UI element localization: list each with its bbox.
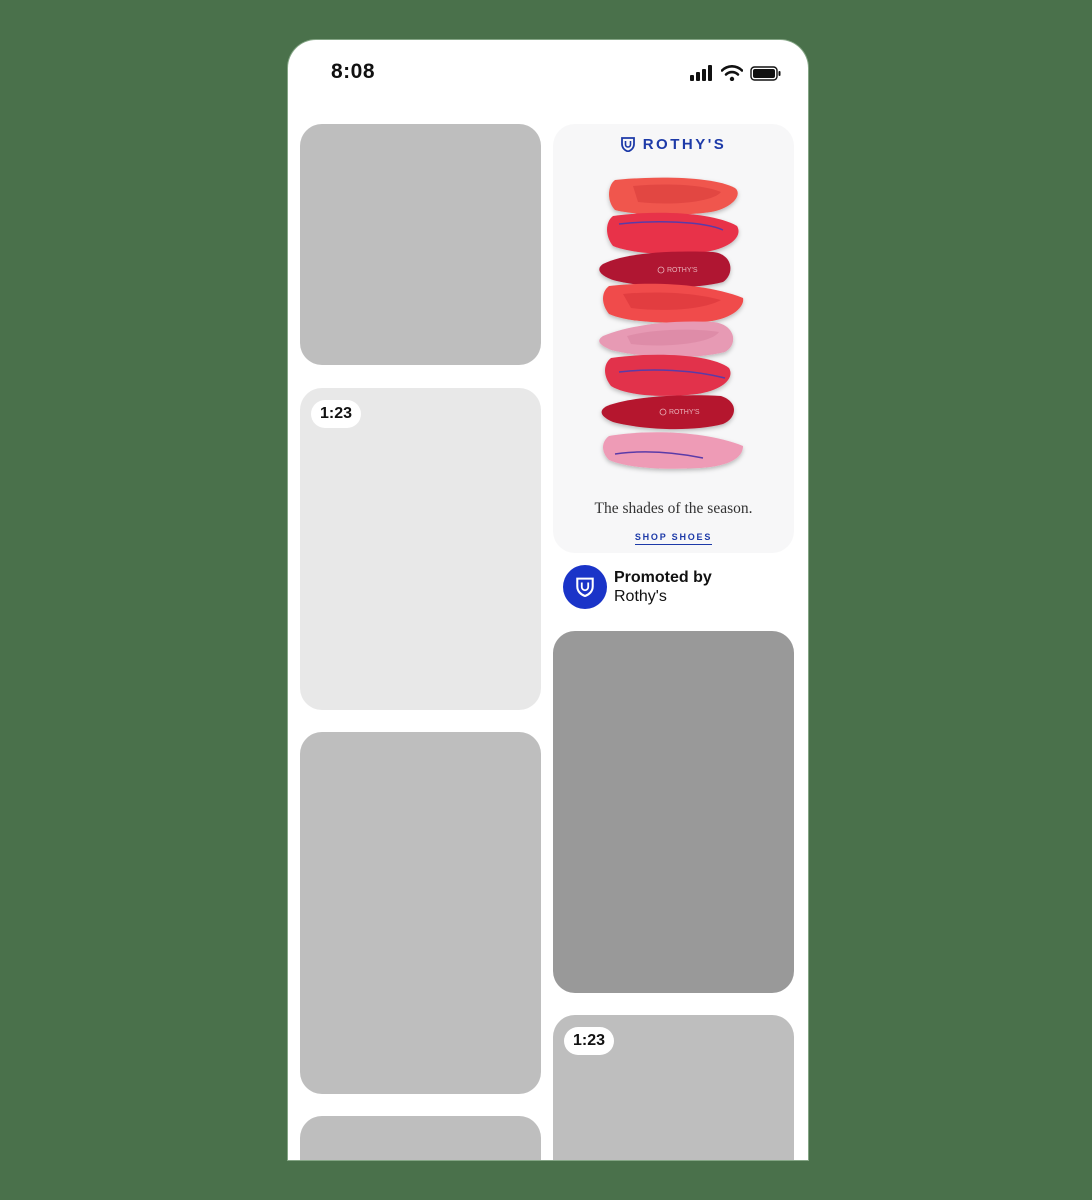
pin-placeholder[interactable] <box>553 631 794 993</box>
rothys-shield-icon <box>576 577 594 597</box>
pin-placeholder[interactable] <box>300 124 541 365</box>
video-pin[interactable]: 1:23 <box>553 1015 794 1160</box>
promoted-pin-ad[interactable]: ROTHY'S ROTHY'S ROTHY'S The shades of th… <box>553 124 794 553</box>
advertiser-name[interactable]: Rothy's <box>614 587 712 606</box>
promoted-by-text: Promoted by Rothy's <box>614 568 712 606</box>
ad-tagline: The shades of the season. <box>594 500 753 517</box>
video-duration-badge: 1:23 <box>564 1027 615 1055</box>
video-pin[interactable]: 1:23 <box>300 388 541 710</box>
promoted-by-row[interactable]: Promoted by Rothy's <box>563 565 712 609</box>
brand-logo: ROTHY'S <box>553 136 794 153</box>
pin-placeholder[interactable] <box>300 732 541 1094</box>
brand-name: ROTHY'S <box>642 136 727 153</box>
rothys-shield-icon <box>620 137 635 152</box>
video-duration-badge: 1:23 <box>311 400 362 428</box>
svg-text:ROTHY'S: ROTHY'S <box>669 409 700 416</box>
pin-feed: 1:23 ROTHY'S ROTHY'S ROTHY'S The shades … <box>288 40 808 1160</box>
phone-frame: 8:08 1:23 ROTHY'S ROTHY'S ROTHY'S The sh… <box>288 40 808 1160</box>
promoted-label: Promoted by <box>614 569 712 586</box>
shop-shoes-link[interactable]: SHOP SHOES <box>553 527 794 545</box>
shop-shoes-label[interactable]: SHOP SHOES <box>634 532 713 545</box>
advertiser-avatar[interactable] <box>563 565 607 609</box>
pin-placeholder[interactable] <box>300 1116 541 1160</box>
svg-text:ROTHY'S: ROTHY'S <box>667 267 698 274</box>
shoe-stack-image: ROTHY'S ROTHY'S <box>599 177 744 469</box>
